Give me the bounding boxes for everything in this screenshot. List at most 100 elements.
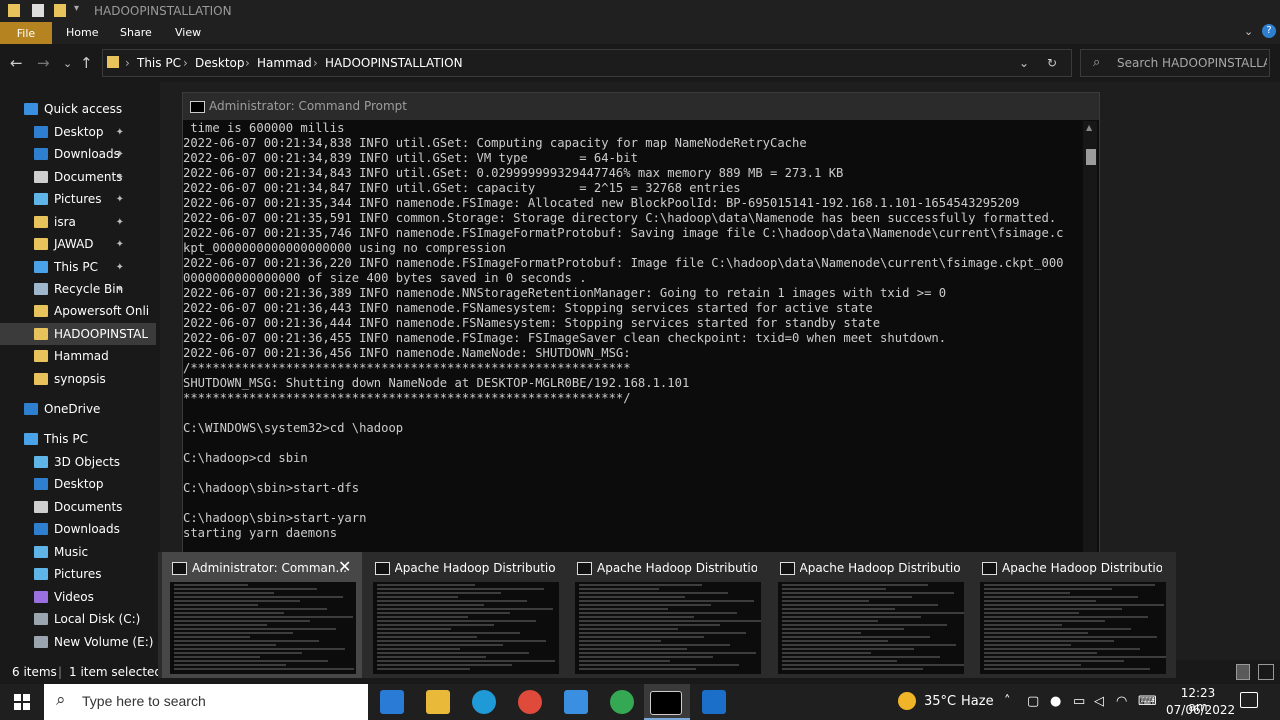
chrome-2-icon[interactable] [610, 690, 634, 714]
nav-item[interactable]: New Volume (E:) [0, 631, 156, 653]
volume-icon[interactable]: ◁ [1094, 694, 1104, 709]
nav-item[interactable]: This PC [0, 428, 156, 450]
thumbnail-preview[interactable] [980, 582, 1166, 674]
address-bar[interactable]: › This PC › Desktop › Hammad › HADOOPINS… [102, 49, 1072, 77]
nav-item[interactable]: Documents ✦ [0, 166, 156, 188]
outlook-icon[interactable] [702, 690, 726, 714]
pin-icon: ✦ [115, 238, 124, 250]
chrome-icon[interactable] [518, 690, 542, 714]
edge-icon[interactable] [472, 690, 496, 714]
nav-item[interactable]: 3D Objects [0, 451, 156, 473]
nav-item[interactable]: Hammad [0, 345, 156, 367]
network-icon[interactable]: ▭ [1073, 694, 1085, 709]
nav-item[interactable]: HADOOPINSTAL [0, 323, 156, 345]
forward-icon[interactable]: → [37, 54, 50, 72]
nav-item[interactable]: JAWAD ✦ [0, 233, 156, 255]
chevron-down-icon[interactable]: ⌄ [1019, 56, 1029, 70]
cmd-line: 2022-06-07 00:21:36,444 INFO namenode.FS… [183, 316, 881, 330]
nav-item[interactable]: Downloads ✦ [0, 143, 156, 165]
tab-home[interactable]: Home [66, 26, 98, 39]
recent-locations-icon[interactable]: ⌄ [63, 57, 72, 70]
breadcrumb-hadoopinstallation[interactable]: HADOOPINSTALLATION [325, 56, 463, 70]
mail-icon[interactable] [380, 690, 404, 714]
nav-item[interactable]: Pictures ✦ [0, 188, 156, 210]
large-icons-view-icon[interactable] [1258, 664, 1274, 680]
window-thumbnail[interactable]: Apache Hadoop Distribution - ... [365, 552, 565, 678]
new-folder-icon[interactable] [54, 4, 66, 17]
folder-icon [34, 373, 48, 385]
nav-item-label: Documents [54, 500, 123, 514]
cmd-line: SHUTDOWN_MSG: Shutting down NameNode at … [183, 376, 690, 390]
weather-condition[interactable]: Haze [961, 694, 994, 709]
nav-item[interactable]: Local Disk (C:) [0, 608, 156, 630]
properties-icon[interactable] [32, 4, 44, 17]
nav-item[interactable]: This PC ✦ [0, 256, 156, 278]
nav-item[interactable]: synopsis [0, 368, 156, 390]
weather-icon[interactable] [898, 692, 916, 710]
breadcrumb-hammad[interactable]: Hammad [257, 56, 312, 70]
thumbnail-preview[interactable] [777, 582, 964, 674]
nav-item[interactable]: OneDrive [0, 398, 156, 420]
nav-item[interactable]: Documents [0, 496, 156, 518]
tab-file[interactable]: File [0, 22, 52, 44]
taskbar-search-input[interactable]: Type here to search [82, 693, 206, 709]
refresh-icon[interactable]: ↻ [1047, 56, 1057, 70]
back-icon[interactable]: ← [10, 54, 23, 72]
nav-item[interactable]: Apowersoft Onli [0, 300, 156, 322]
details-view-icon[interactable] [1236, 664, 1250, 680]
cmd-line: 2022-06-07 00:21:36,456 INFO namenode.Na… [183, 346, 631, 360]
clock-date[interactable]: 07/06/2022 [1166, 703, 1235, 717]
file-explorer-icon[interactable] [426, 690, 450, 714]
breadcrumb-this-pc[interactable]: This PC [137, 56, 181, 70]
window-thumbnail[interactable]: Administrator: Comman... ✕ [162, 552, 362, 678]
nav-item[interactable]: Quick access [0, 98, 156, 120]
quick-access-dropdown-icon[interactable]: ▾ [74, 3, 79, 14]
window-thumbnail[interactable]: Apache Hadoop Distribution - ... [567, 552, 767, 678]
thumbnail-preview[interactable] [575, 582, 761, 674]
cmd-line: /***************************************… [183, 361, 631, 375]
tab-view[interactable]: View [175, 26, 201, 39]
window-thumbnail[interactable]: Apache Hadoop Distribution - ... [770, 552, 970, 678]
wifi-icon[interactable]: ◠ [1116, 694, 1127, 709]
nav-item[interactable]: Videos [0, 586, 156, 608]
scroll-up-icon[interactable]: ▲ [1086, 123, 1092, 132]
cmd-scrollbar-thumb[interactable] [1086, 149, 1096, 165]
breadcrumb-desktop[interactable]: Desktop [195, 56, 245, 70]
notification-icon[interactable] [1240, 692, 1258, 708]
nav-item[interactable]: Desktop [0, 473, 156, 495]
explorer-title-bar: ▾ HADOOPINSTALLATION [0, 0, 1280, 22]
search-box[interactable]: ⌕ Search HADOOPINSTALLATI... [1080, 49, 1270, 77]
taskbar-search[interactable]: ⌕ Type here to search [44, 684, 368, 720]
thumbnail-preview[interactable] [170, 582, 356, 674]
tab-share[interactable]: Share [120, 26, 152, 39]
search-input[interactable]: Search HADOOPINSTALLATI... [1117, 56, 1267, 70]
show-hidden-icons-icon[interactable]: ˄ [1004, 694, 1011, 709]
help-icon[interactable]: ? [1262, 24, 1276, 38]
cmd-title-bar[interactable]: Administrator: Command Prompt [183, 93, 1099, 120]
windows-start-icon[interactable] [14, 694, 30, 710]
nav-item[interactable]: Downloads [0, 518, 156, 540]
up-icon[interactable]: ↑ [80, 54, 93, 72]
nav-item[interactable]: isra ✦ [0, 211, 156, 233]
window-thumbnail[interactable]: Apache Hadoop Distribution - ... [972, 552, 1172, 678]
store-icon[interactable] [564, 690, 588, 714]
nav-item[interactable]: Recycle Bin ✦ [0, 278, 156, 300]
microphone-icon[interactable]: ● [1050, 694, 1061, 709]
nav-item[interactable]: Music [0, 541, 156, 563]
meet-now-icon[interactable]: ▢ [1027, 694, 1039, 709]
close-icon[interactable]: ✕ [338, 557, 351, 576]
thumbnail-title: Apache Hadoop Distribution - ... [394, 561, 555, 575]
thumbnail-preview[interactable] [372, 582, 559, 674]
ribbon-expand-icon[interactable]: ⌄ [1244, 25, 1253, 38]
command-prompt-window[interactable]: Administrator: Command Prompt time is 60… [182, 92, 1100, 554]
nav-item[interactable]: Desktop ✦ [0, 121, 156, 143]
nav-item[interactable]: Pictures [0, 563, 156, 585]
cmd-scrollbar[interactable]: ▲ [1083, 121, 1097, 553]
command-prompt-icon[interactable] [650, 691, 682, 715]
nav-item-label: Videos [54, 590, 94, 604]
weather-temp[interactable]: 35°C [924, 694, 956, 709]
pin-icon: ✦ [115, 193, 124, 205]
folder-icon [107, 56, 119, 68]
cmd-output[interactable]: time is 600000 millis 2022-06-07 00:21:34… [183, 121, 1083, 551]
keyboard-icon[interactable]: ⌨ [1138, 694, 1157, 709]
